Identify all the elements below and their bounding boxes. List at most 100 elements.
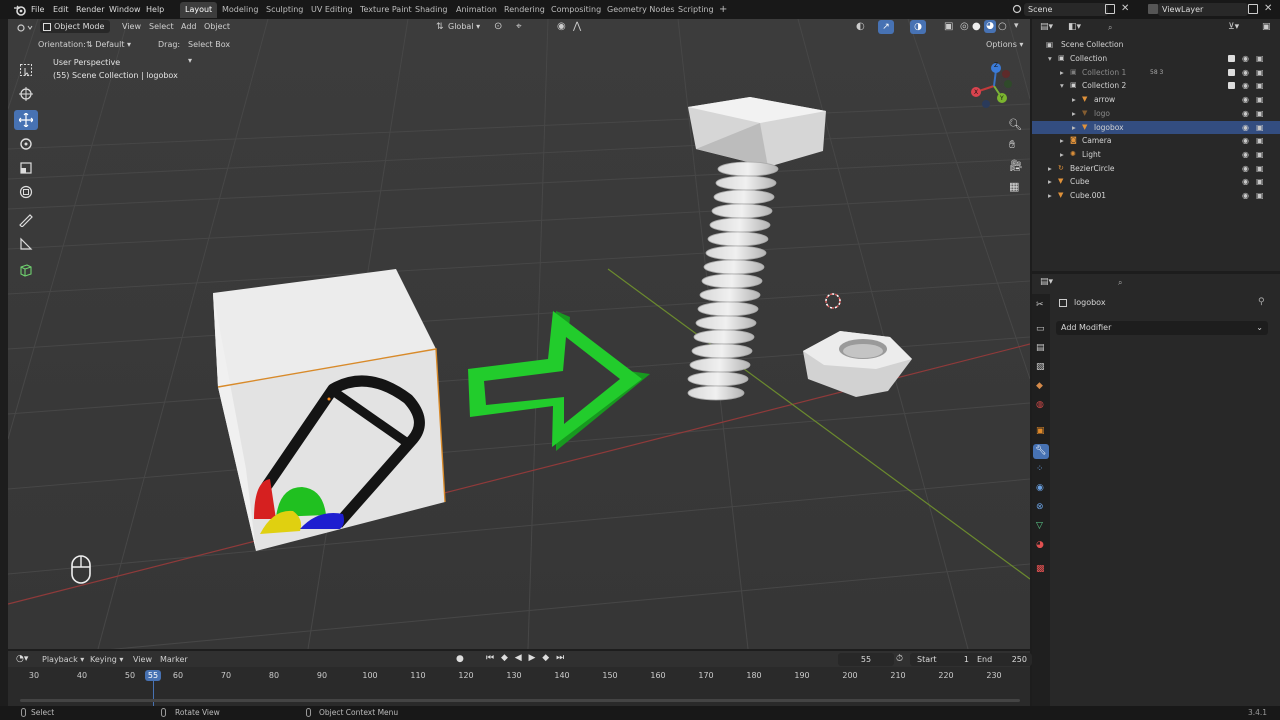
rotate-tool[interactable] bbox=[16, 134, 36, 154]
outliner-display-icon[interactable]: ◧▾ bbox=[1068, 22, 1081, 32]
transform-tool[interactable] bbox=[16, 182, 36, 202]
physics-tab-icon[interactable]: ◉ bbox=[1036, 483, 1044, 493]
overlay-toggle-icon[interactable]: ◑ bbox=[910, 20, 926, 34]
render-camera-icon[interactable]: ▣ bbox=[1256, 52, 1264, 66]
proportional-edit-icon[interactable]: ◉ bbox=[557, 21, 566, 32]
expand-arrow-open-icon[interactable]: ▾ bbox=[1048, 52, 1052, 66]
shading-material-icon[interactable]: ◕ bbox=[984, 20, 996, 33]
object-tab-icon[interactable]: ▣ bbox=[1036, 426, 1045, 436]
exclude-checkbox[interactable] bbox=[1228, 82, 1235, 90]
pan-hand-icon[interactable]: ✋︎ bbox=[1009, 138, 1015, 152]
annotate-tool[interactable] bbox=[16, 210, 36, 230]
orientation-dropdown[interactable]: ⇅ Default ▾ bbox=[86, 37, 148, 53]
viewport-menu-select[interactable]: Select bbox=[149, 19, 174, 35]
viewport-menu-add[interactable]: Add bbox=[181, 19, 197, 35]
render-camera-icon[interactable]: ▣ bbox=[1256, 121, 1264, 135]
outliner-row-scene-collection[interactable]: ▣ Scene Collection bbox=[1032, 38, 1280, 52]
viewport-scene[interactable] bbox=[8, 19, 1030, 649]
outliner-search-input[interactable]: ⌕ bbox=[1104, 21, 1222, 34]
drag-dropdown[interactable]: Select Box ▾ bbox=[188, 37, 234, 65]
expand-arrow-closed-icon[interactable]: ▸ bbox=[1060, 66, 1064, 80]
eye-icon[interactable]: ◉ bbox=[1242, 79, 1249, 93]
shading-options-icon[interactable]: ▾ bbox=[1014, 21, 1019, 31]
tool-tab-icon[interactable]: ✂ bbox=[1036, 300, 1044, 310]
end-frame-field[interactable]: End 250 bbox=[970, 653, 1032, 666]
measure-tool[interactable] bbox=[16, 234, 36, 254]
tab-layout[interactable]: Layout bbox=[180, 2, 218, 18]
view-layer-copy-icon[interactable] bbox=[1248, 4, 1258, 14]
add-cube-tool[interactable] bbox=[16, 260, 36, 280]
tab-modeling[interactable]: Modeling bbox=[217, 2, 263, 18]
shading-wireframe-icon[interactable]: ◎ bbox=[960, 21, 969, 32]
xray-icon[interactable]: ▣ bbox=[944, 21, 953, 32]
scene-tab-icon[interactable]: ◆ bbox=[1036, 381, 1043, 391]
properties-search-input[interactable]: ⌕ bbox=[1114, 276, 1232, 289]
options-dropdown[interactable]: Options ▾ bbox=[986, 37, 1023, 53]
tab-uv-editing[interactable]: UV Editing bbox=[306, 2, 358, 18]
render-tab-icon[interactable]: ▭ bbox=[1036, 324, 1045, 334]
tab-texture-paint[interactable]: Texture Paint bbox=[355, 2, 417, 18]
timeline-menu-playback[interactable]: Playback ▾ bbox=[42, 652, 84, 668]
timeline-menu-view[interactable]: View bbox=[133, 652, 152, 668]
outliner-row[interactable]: ▾ ▣ Collection 2 ◉ ▣ bbox=[1032, 79, 1280, 93]
scale-tool[interactable] bbox=[16, 158, 36, 178]
render-camera-icon[interactable]: ▣ bbox=[1256, 93, 1264, 107]
output-tab-icon[interactable]: ▤ bbox=[1036, 343, 1045, 353]
menu-edit[interactable]: Edit bbox=[53, 0, 69, 19]
texture-tab-icon[interactable]: ▩ bbox=[1036, 564, 1045, 574]
scene-copy-icon[interactable] bbox=[1105, 4, 1115, 14]
logobox-cube[interactable] bbox=[213, 269, 446, 551]
add-modifier-dropdown[interactable]: Add Modifier ⌄ bbox=[1056, 321, 1268, 335]
select-box-tool[interactable] bbox=[16, 60, 36, 80]
render-camera-icon[interactable]: ▣ bbox=[1256, 148, 1264, 162]
record-icon[interactable]: ● bbox=[456, 654, 464, 664]
pivot-point-icon[interactable]: ⊙ bbox=[494, 21, 502, 32]
zoom-icon[interactable]: 🔍︎ bbox=[1008, 118, 1022, 131]
data-tab-icon[interactable]: ▽ bbox=[1036, 521, 1043, 531]
outliner-row[interactable]: ▸ ◙ Camera ◉ ▣ bbox=[1032, 134, 1280, 148]
expand-arrow-closed-icon[interactable]: ▸ bbox=[1060, 148, 1064, 162]
eye-icon[interactable]: ◉ bbox=[1242, 66, 1249, 80]
render-camera-icon[interactable]: ▣ bbox=[1256, 134, 1264, 148]
tab-compositing[interactable]: Compositing bbox=[546, 2, 606, 18]
transform-orientation-dropdown[interactable]: Global ▾ bbox=[448, 19, 486, 35]
3d-viewport[interactable] bbox=[8, 19, 1030, 649]
menu-window[interactable]: Window bbox=[109, 0, 141, 19]
tab-sculpting[interactable]: Sculpting bbox=[261, 2, 308, 18]
shading-solid-icon[interactable]: ● bbox=[972, 21, 981, 32]
gizmo-toggle-icon[interactable]: ↗ bbox=[878, 20, 894, 34]
outliner-row[interactable]: ▸ ▼ Cube ◉ ▣ bbox=[1032, 175, 1280, 189]
add-workspace-button[interactable]: + bbox=[714, 2, 732, 18]
render-camera-icon[interactable]: ▣ bbox=[1256, 79, 1264, 93]
eye-icon[interactable]: ◉ bbox=[1242, 189, 1249, 203]
outliner-editor-icon[interactable]: ▤▾ bbox=[1040, 22, 1053, 32]
outliner-row[interactable]: ▸ ▼ arrow ◉ ▣ bbox=[1032, 93, 1280, 107]
render-camera-icon[interactable]: ▣ bbox=[1256, 162, 1264, 176]
tab-rendering[interactable]: Rendering bbox=[499, 2, 550, 18]
eye-icon[interactable]: ◉ bbox=[1242, 121, 1249, 135]
snap-icon[interactable]: ⌖ bbox=[516, 21, 522, 32]
outliner-filter-icon[interactable]: ⊻▾ bbox=[1228, 22, 1239, 32]
playhead[interactable]: 55 bbox=[145, 670, 161, 681]
world-tab-icon[interactable]: ◍ bbox=[1036, 400, 1044, 410]
blender-logo-icon[interactable] bbox=[13, 3, 27, 17]
render-camera-icon[interactable]: ▣ bbox=[1256, 66, 1264, 80]
new-collection-icon[interactable]: ▣ bbox=[1262, 22, 1271, 32]
outliner-row[interactable]: ▸ ▼ logo ◉ ▣ bbox=[1032, 107, 1280, 121]
eye-icon[interactable]: ◉ bbox=[1242, 162, 1249, 176]
pin-icon[interactable]: ⚲ bbox=[1258, 297, 1265, 307]
expand-arrow-closed-icon[interactable]: ▸ bbox=[1072, 93, 1076, 107]
tab-shading[interactable]: Shading bbox=[410, 2, 453, 18]
eye-icon[interactable]: ◉ bbox=[1242, 52, 1249, 66]
expand-arrow-closed-icon[interactable]: ▸ bbox=[1048, 175, 1052, 189]
timeline-menu-marker[interactable]: Marker bbox=[160, 652, 188, 668]
outliner-row[interactable]: ▸ ▼ logobox ◉ ▣ bbox=[1032, 120, 1280, 135]
outliner-row[interactable]: ▸ ▼ Cube.001 ◉ ▣ bbox=[1032, 189, 1280, 203]
expand-arrow-open-icon[interactable]: ▾ bbox=[1060, 79, 1064, 93]
exclude-checkbox[interactable] bbox=[1228, 55, 1235, 62]
view-layer-close-icon[interactable]: ✕ bbox=[1264, 3, 1272, 14]
start-frame-field[interactable]: Start 1 bbox=[910, 653, 974, 666]
camera-view-icon[interactable]: 🎥︎ bbox=[1009, 159, 1023, 172]
expand-arrow-closed-icon[interactable]: ▸ bbox=[1048, 189, 1052, 203]
stopwatch-icon[interactable]: ⏱ bbox=[896, 654, 903, 664]
